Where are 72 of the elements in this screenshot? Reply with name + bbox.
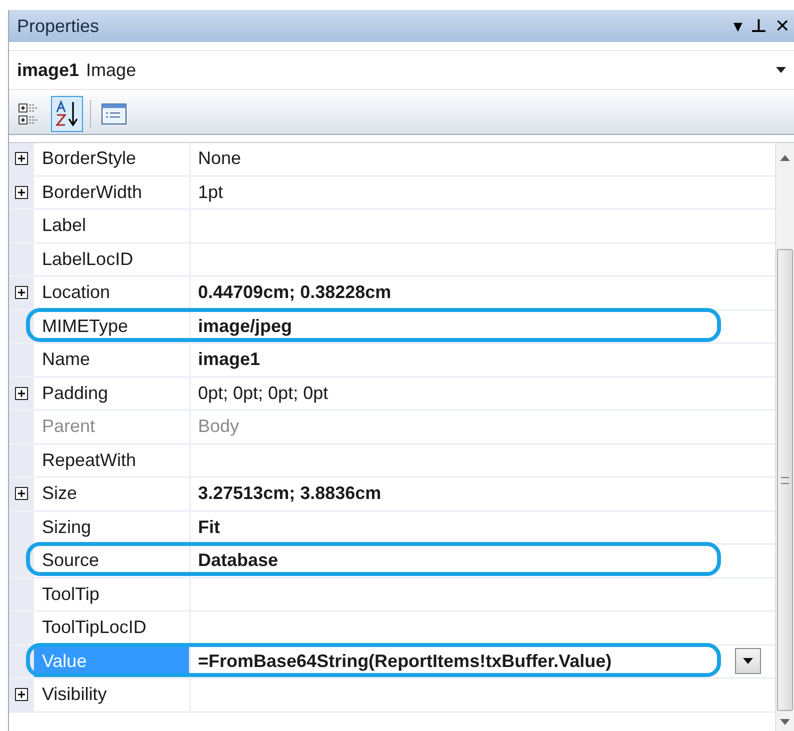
scroll-up-icon[interactable] bbox=[780, 155, 790, 161]
property-value: Body bbox=[198, 416, 240, 438]
property-row[interactable]: Sizing Fit bbox=[9, 512, 775, 545]
scrollbar[interactable] bbox=[775, 143, 794, 731]
sort-icon bbox=[54, 100, 80, 128]
scroll-thumb[interactable] bbox=[777, 249, 793, 711]
expand-icon[interactable] bbox=[15, 487, 28, 500]
property-row[interactable]: Location 0.44709cm; 0.38228cm bbox=[9, 277, 775, 310]
property-value: None bbox=[198, 148, 242, 170]
row-gutter bbox=[9, 210, 34, 242]
close-button[interactable]: ✕ bbox=[770, 16, 794, 36]
property-pages-icon bbox=[101, 102, 127, 126]
expand-icon[interactable] bbox=[15, 152, 28, 166]
pin-button[interactable]: ⊥ bbox=[746, 16, 771, 36]
property-name[interactable]: BorderWidth bbox=[34, 176, 191, 208]
property-row[interactable]: Padding 0pt; 0pt; 0pt; 0pt bbox=[9, 378, 775, 411]
property-name[interactable]: BorderStyle bbox=[34, 143, 191, 174]
property-row[interactable]: RepeatWith bbox=[9, 444, 775, 478]
caret-icon bbox=[743, 658, 753, 664]
caret-icon bbox=[776, 67, 786, 73]
property-value: =FromBase64String(ReportItems!txBuffer.Value) bbox=[198, 650, 612, 672]
property-value: 3.27513cm; 3.8836cm bbox=[198, 483, 382, 504]
property-value: 0pt; 0pt; 0pt; 0pt bbox=[198, 382, 328, 404]
row-gutter bbox=[9, 411, 34, 442]
object-selector[interactable]: image1 Image bbox=[9, 50, 794, 90]
property-row[interactable]: Label bbox=[9, 210, 775, 244]
row-gutter bbox=[9, 578, 34, 610]
expand-icon[interactable] bbox=[15, 286, 28, 300]
property-name[interactable]: LabelLocID bbox=[34, 244, 191, 275]
property-name[interactable]: Name bbox=[34, 344, 191, 376]
property-row[interactable]: MIMEType image/jpeg bbox=[9, 310, 775, 344]
property-name[interactable]: Padding bbox=[34, 378, 191, 409]
property-row[interactable]: BorderWidth 1pt bbox=[9, 176, 775, 210]
row-gutter bbox=[9, 344, 34, 376]
property-row[interactable]: Value =FromBase64String(ReportItems!txBuffer.Value) bbox=[9, 646, 775, 679]
property-name[interactable]: Sizing bbox=[34, 512, 191, 543]
expand-icon[interactable] bbox=[15, 688, 28, 702]
property-name[interactable]: ToolTipLocID bbox=[34, 612, 191, 644]
alphabetical-button[interactable] bbox=[51, 96, 83, 132]
property-row[interactable]: BorderStyle None bbox=[9, 143, 775, 176]
property-value: Database bbox=[198, 550, 278, 572]
dropdown-button[interactable]: ▾ bbox=[729, 16, 746, 36]
row-gutter bbox=[9, 612, 34, 644]
property-name[interactable]: ToolTip bbox=[34, 578, 191, 610]
property-value: 1pt bbox=[198, 182, 224, 203]
scroll-down-icon[interactable] bbox=[780, 719, 790, 725]
property-row[interactable]: Name image1 bbox=[9, 344, 775, 378]
dropdown-button[interactable] bbox=[735, 648, 761, 674]
row-gutter bbox=[9, 444, 34, 476]
property-value: image/jpeg bbox=[198, 316, 292, 337]
object-type: Image bbox=[86, 60, 136, 80]
property-name[interactable]: Location bbox=[34, 277, 191, 308]
property-name[interactable]: Label bbox=[34, 210, 191, 242]
property-value: image1 bbox=[198, 349, 260, 370]
expand-icon[interactable] bbox=[15, 186, 28, 199]
window-title: Properties bbox=[17, 16, 100, 36]
property-row[interactable]: Source Database bbox=[9, 545, 775, 578]
property-row[interactable]: Size 3.27513cm; 3.8836cm bbox=[9, 478, 775, 512]
row-gutter bbox=[9, 244, 34, 275]
property-name[interactable]: Visibility bbox=[34, 679, 191, 710]
expand-icon[interactable] bbox=[15, 386, 28, 400]
property-value: 0.44709cm; 0.38228cm bbox=[198, 282, 392, 304]
row-gutter bbox=[9, 512, 34, 543]
property-row[interactable]: ToolTip bbox=[9, 578, 775, 612]
property-value: Fit bbox=[198, 516, 220, 538]
object-name: image1 bbox=[17, 60, 80, 80]
property-name[interactable]: RepeatWith bbox=[34, 444, 191, 476]
property-name[interactable]: MIMEType bbox=[34, 310, 191, 342]
property-name[interactable]: Size bbox=[34, 478, 191, 510]
property-row[interactable]: LabelLocID bbox=[9, 244, 775, 277]
property-row[interactable]: Visibility bbox=[9, 679, 775, 712]
property-name[interactable]: Source bbox=[34, 545, 191, 576]
